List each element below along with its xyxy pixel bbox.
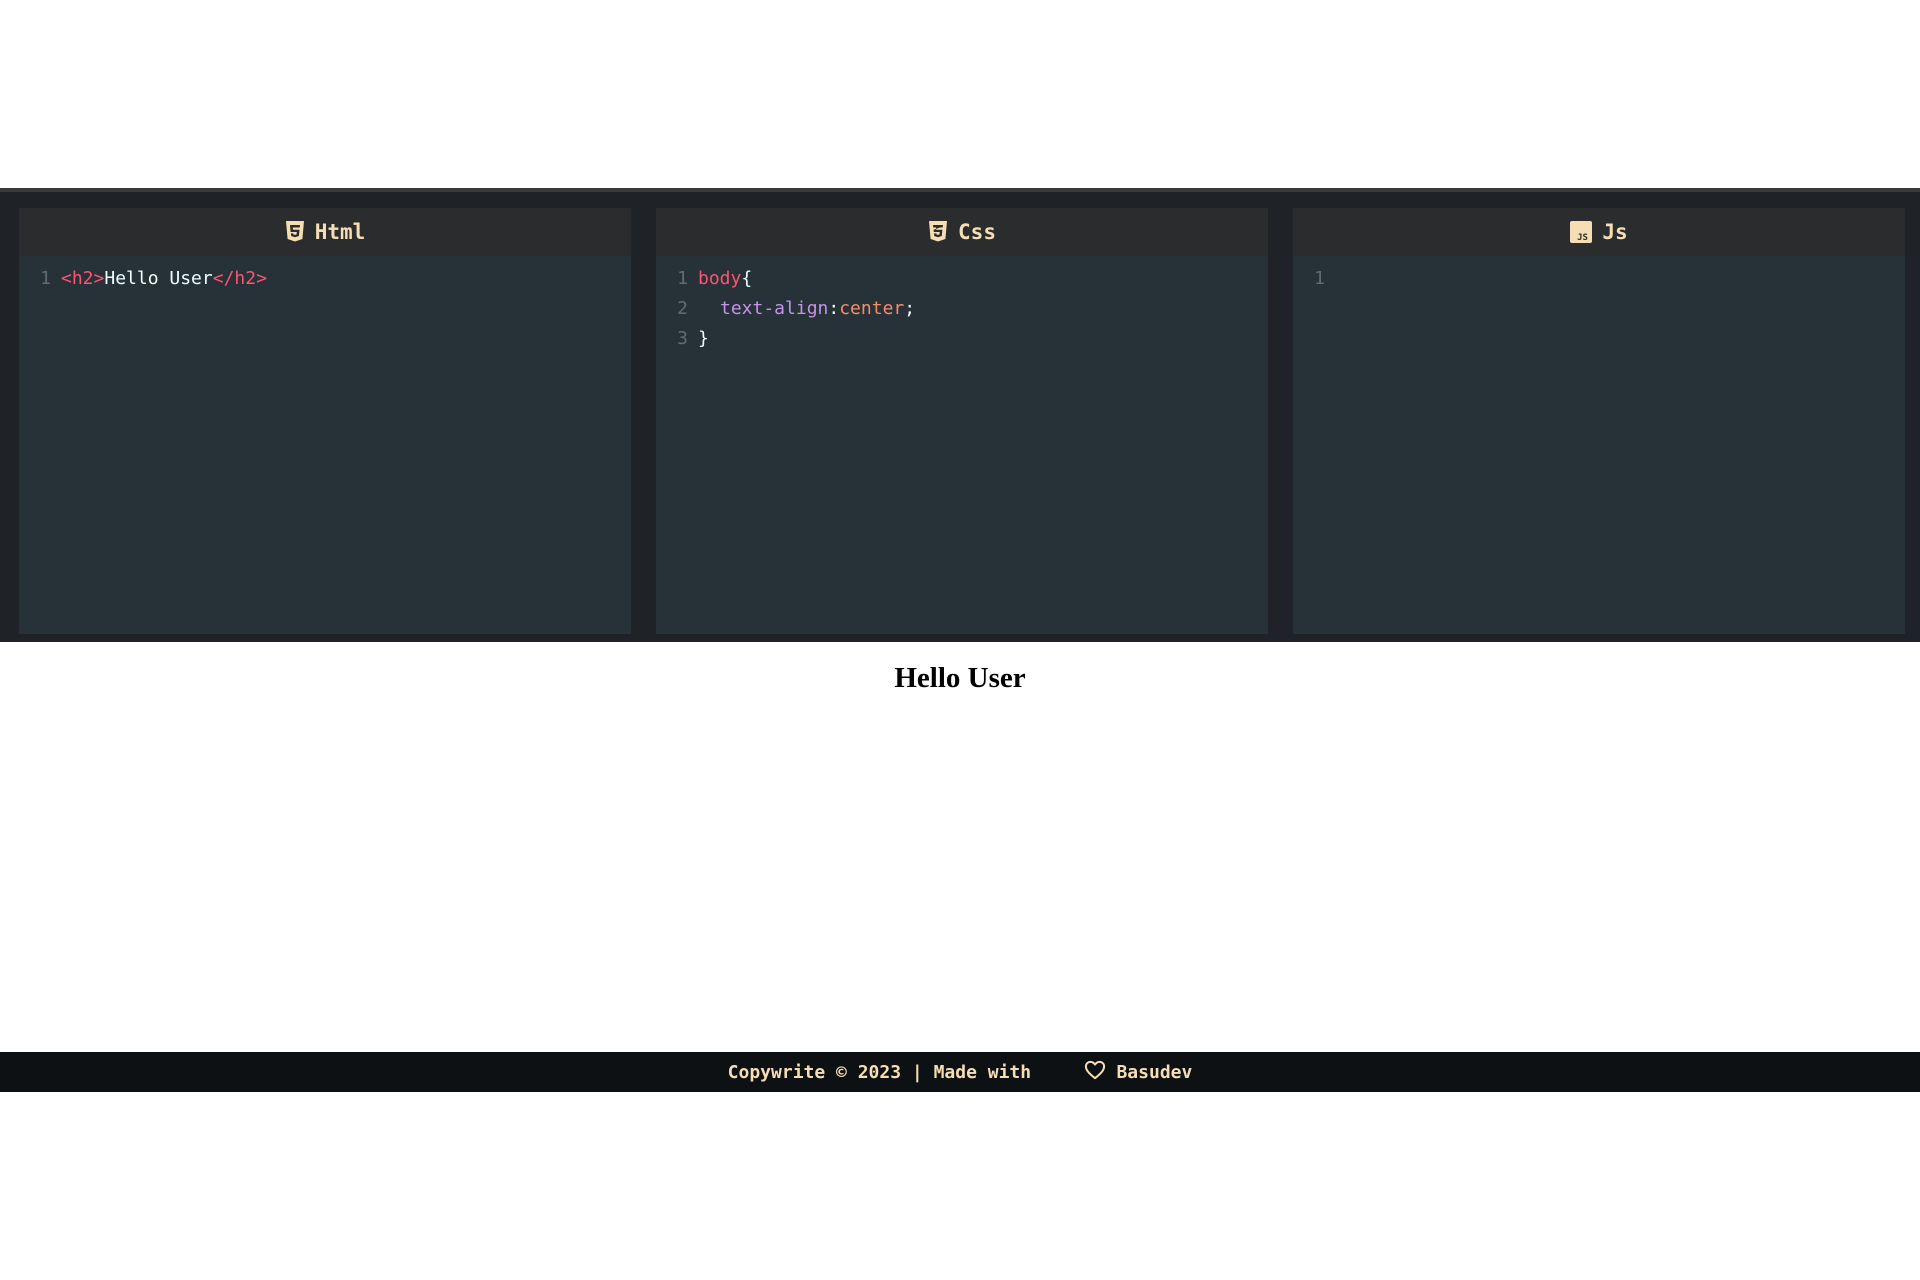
- html-editor-title: Html: [314, 220, 366, 244]
- line-number: 1: [677, 268, 688, 289]
- line-number: 1: [1314, 268, 1325, 289]
- footer-copyright: Copywrite © 2023 | Made with: [727, 1061, 1032, 1083]
- code-line: 3 }: [656, 324, 1268, 354]
- css-property: text-align: [720, 298, 829, 319]
- js-code-editor[interactable]: 1: [1293, 256, 1905, 294]
- html5-icon: [285, 221, 305, 243]
- css-close-brace: }: [698, 328, 709, 349]
- js-editor-panel: JS Js 1: [1293, 208, 1905, 634]
- code-line: 1 body {: [656, 264, 1268, 294]
- code-line: 1: [1293, 264, 1905, 294]
- css-value: center: [839, 298, 905, 319]
- css-editor-header: Css: [656, 208, 1268, 256]
- html-open-tag: <h2>: [61, 268, 105, 289]
- html-editor-panel: Html 1 <h2> Hello User </h2>: [19, 208, 631, 634]
- code-editors-area: Html 1 <h2> Hello User </h2> Css 1 body …: [0, 188, 1920, 642]
- footer-author: Basudev: [1116, 1061, 1193, 1083]
- html-close-tag: </h2>: [212, 268, 267, 289]
- line-number: 3: [677, 328, 688, 349]
- heart-icon: [1041, 1039, 1106, 1106]
- css-colon: :: [828, 298, 840, 319]
- css-open-brace: {: [741, 268, 753, 289]
- css-code-editor[interactable]: 1 body { 2 text-align : center ; 3 }: [656, 256, 1268, 354]
- html-text: Hello User: [104, 268, 213, 289]
- javascript-icon: JS: [1570, 221, 1593, 243]
- footer: Copywrite © 2023 | Made with Basudev: [0, 1052, 1920, 1092]
- css-semicolon: ;: [904, 298, 916, 319]
- code-line: 1 <h2> Hello User </h2>: [19, 264, 631, 294]
- js-editor-title: Js: [1602, 220, 1628, 244]
- html-code-editor[interactable]: 1 <h2> Hello User </h2>: [19, 256, 631, 294]
- css-selector: body: [698, 268, 742, 289]
- css-editor-title: Css: [958, 220, 996, 244]
- line-number: 2: [677, 298, 688, 319]
- css3-icon: [928, 221, 948, 243]
- output-heading: Hello User: [894, 662, 1026, 694]
- js-editor-header: JS Js: [1293, 208, 1905, 256]
- line-number: 1: [40, 268, 51, 289]
- html-editor-header: Html: [19, 208, 631, 256]
- svg-text:JS: JS: [1577, 233, 1588, 243]
- css-editor-panel: Css 1 body { 2 text-align : center ; 3 }: [656, 208, 1268, 634]
- code-line: 2 text-align : center ;: [656, 294, 1268, 324]
